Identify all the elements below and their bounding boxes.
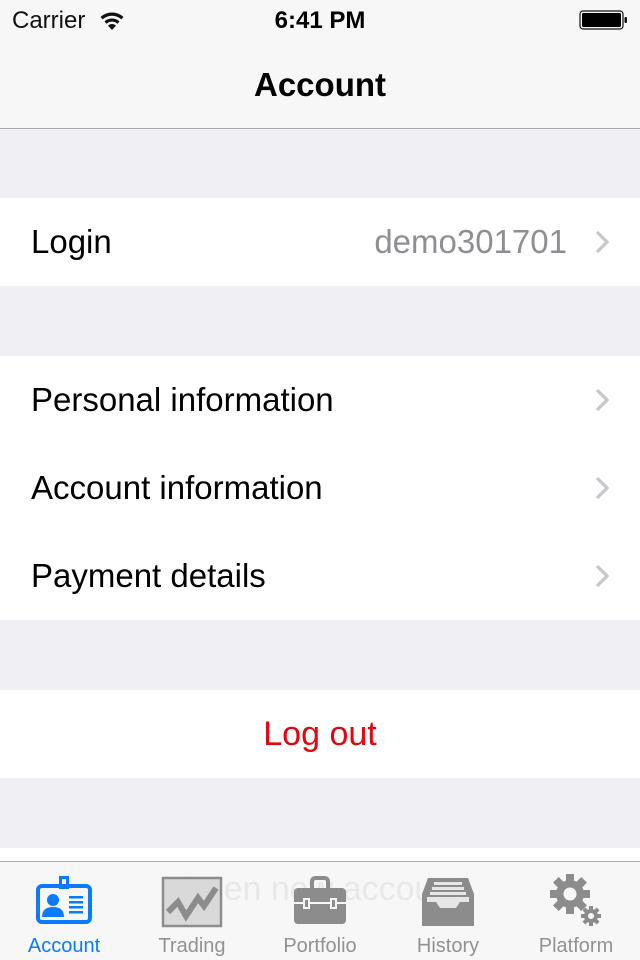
chevron-right-icon — [595, 476, 610, 500]
tab-label: Account — [27, 935, 101, 957]
tab-portfolio[interactable]: Portfolio — [256, 862, 384, 960]
logout-button[interactable]: Log out — [0, 690, 640, 778]
login-value: demo301701 — [374, 223, 567, 260]
tab-account[interactable]: Account — [0, 862, 128, 960]
battery-full-icon — [579, 10, 627, 30]
tab-history[interactable]: History — [384, 862, 512, 960]
navigation-bar: Account — [0, 40, 640, 129]
logout-section: Log out — [0, 690, 640, 778]
chart-icon — [161, 876, 223, 928]
chevron-right-icon — [595, 564, 610, 588]
payment-details-row[interactable]: Payment details — [0, 532, 640, 620]
personal-information-label: Personal information — [31, 381, 334, 418]
login-row[interactable]: Login demo301701 — [0, 198, 640, 286]
clock: 6:41 PM — [274, 7, 366, 34]
tab-platform[interactable]: Platform — [512, 862, 640, 960]
page-title: Account — [254, 66, 386, 103]
login-label: Login — [31, 223, 112, 260]
login-section: Login demo301701 — [0, 198, 640, 286]
tab-label: Platform — [538, 935, 614, 957]
chevron-right-icon — [595, 388, 610, 412]
file-tray-icon — [422, 878, 474, 926]
briefcase-icon — [294, 876, 346, 924]
info-section: Personal information Account information… — [0, 356, 640, 620]
tab-label: Portfolio — [283, 935, 357, 957]
tab-bar: Account Trading Portfolio History Platfo… — [0, 861, 640, 960]
tab-label: History — [416, 935, 480, 957]
payment-details-label: Payment details — [31, 557, 266, 594]
gears-icon — [550, 874, 601, 926]
account-information-label: Account information — [31, 469, 323, 506]
tab-label: Trading — [158, 935, 226, 957]
account-information-row[interactable]: Account information — [0, 444, 640, 532]
id-badge-icon — [36, 876, 92, 924]
logout-label: Log out — [263, 714, 377, 753]
chevron-right-icon — [595, 230, 610, 254]
personal-information-row[interactable]: Personal information — [0, 356, 640, 444]
status-bar: Carrier 6:41 PM — [0, 0, 640, 40]
tab-trading[interactable]: Trading — [128, 862, 256, 960]
